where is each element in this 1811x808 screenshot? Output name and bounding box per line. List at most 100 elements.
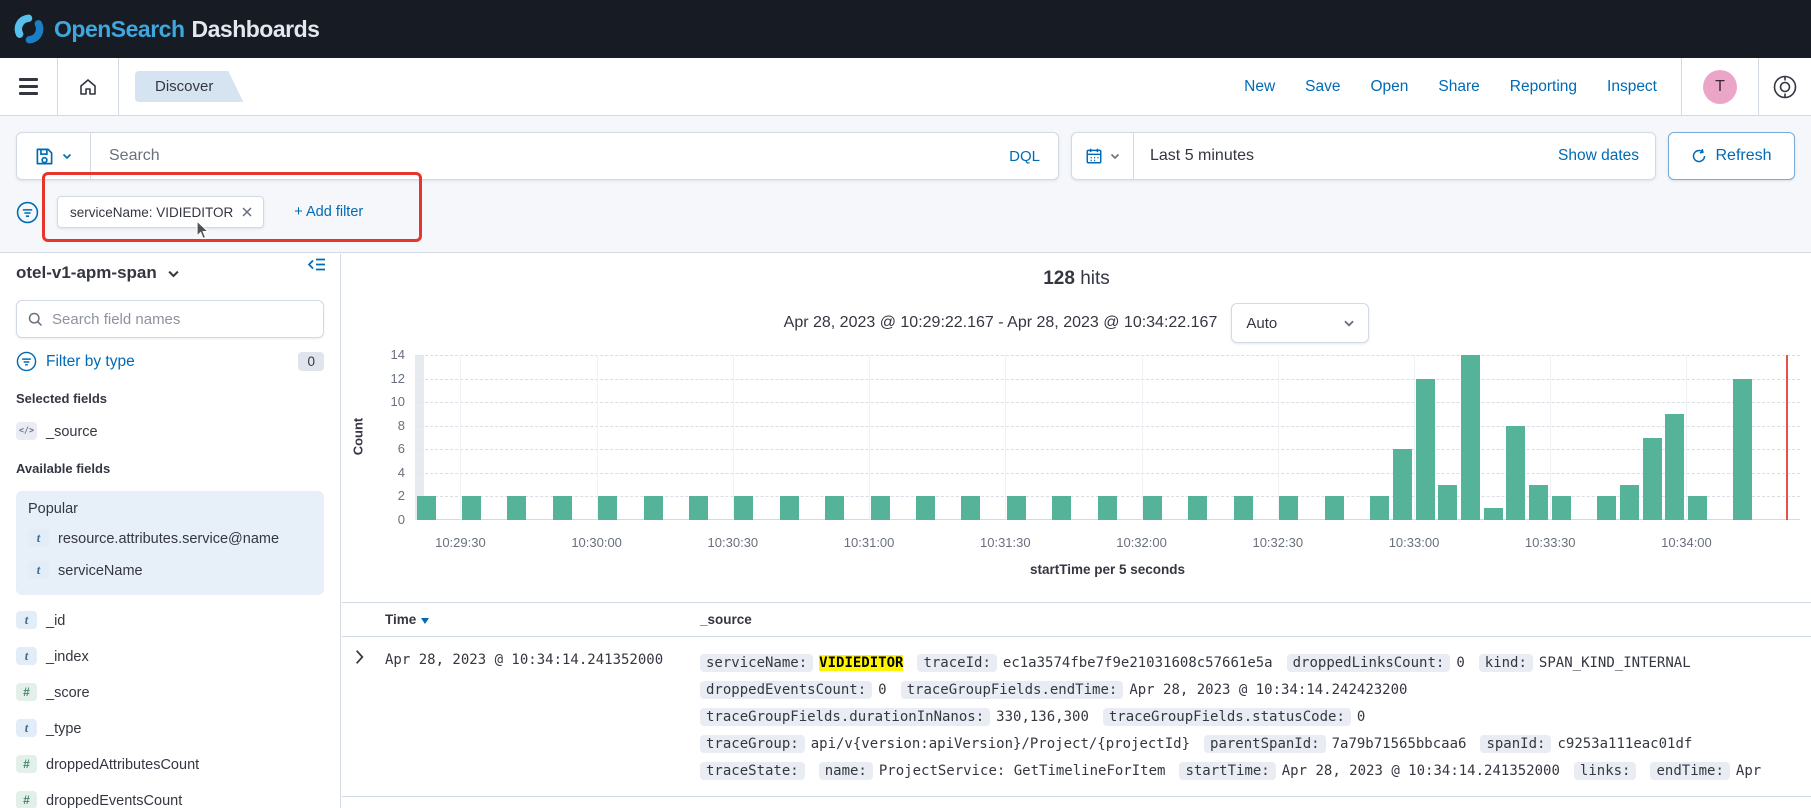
x-gridline bbox=[733, 355, 734, 520]
search-input[interactable] bbox=[91, 147, 991, 165]
close-icon[interactable] bbox=[241, 206, 253, 218]
field-name: droppedAttributesCount bbox=[46, 755, 199, 775]
field-item-_id[interactable]: t_id bbox=[16, 611, 324, 631]
source-field-pair: droppedEventsCount:0 bbox=[700, 681, 887, 699]
collapse-sidebar-icon[interactable] bbox=[307, 256, 326, 273]
histogram-bar[interactable] bbox=[1643, 438, 1662, 521]
histogram-bar[interactable] bbox=[871, 496, 890, 520]
histogram-bar[interactable] bbox=[1438, 485, 1457, 520]
field-item-_type[interactable]: t_type bbox=[16, 719, 324, 739]
histogram-bar[interactable] bbox=[1506, 426, 1525, 520]
interval-select[interactable]: Auto bbox=[1231, 303, 1369, 343]
source-field-name: traceGroupFields.statusCode: bbox=[1103, 708, 1351, 726]
histogram-bar[interactable] bbox=[1552, 496, 1571, 520]
histogram-bar[interactable] bbox=[1620, 485, 1639, 520]
source-field-value: 0 bbox=[1357, 709, 1365, 725]
nav-link-open[interactable]: Open bbox=[1371, 78, 1409, 96]
histogram-bar[interactable] bbox=[1007, 496, 1026, 520]
x-tick-label: 10:30:00 bbox=[557, 535, 637, 550]
histogram-bar[interactable] bbox=[1234, 496, 1253, 520]
histogram-bar[interactable] bbox=[462, 496, 481, 520]
x-gridline bbox=[1142, 355, 1143, 520]
field-search-input[interactable] bbox=[52, 311, 312, 328]
histogram-bar[interactable] bbox=[598, 496, 617, 520]
settings-button[interactable] bbox=[1759, 74, 1811, 100]
histogram-bar[interactable] bbox=[1098, 496, 1117, 520]
date-picker-group: Last 5 minutes Show dates bbox=[1071, 132, 1656, 180]
add-filter-button[interactable]: + Add filter bbox=[294, 204, 363, 220]
field-name: resource.​attributes.​service@name bbox=[58, 529, 279, 549]
field-item-droppedEventsCount[interactable]: #droppedEventsCount bbox=[16, 791, 324, 808]
histogram-bar[interactable] bbox=[1529, 485, 1548, 520]
source-field-value: Apr 28, 2023 @ 10:34:14.242423200 bbox=[1129, 682, 1407, 698]
histogram-bar[interactable] bbox=[689, 496, 708, 520]
source-line: serviceName:VIDIEDITORtraceId:ec1a3574fb… bbox=[700, 649, 1811, 676]
nav-link-inspect[interactable]: Inspect bbox=[1607, 78, 1657, 96]
discover-page: OpenSearchDashboards Discover New Save Ope… bbox=[0, 0, 1811, 808]
field-item-_source[interactable]: </>_source bbox=[16, 422, 324, 442]
expand-document-icon[interactable] bbox=[354, 649, 365, 665]
field-item-droppedAttributesCount[interactable]: #droppedAttributesCount bbox=[16, 755, 324, 775]
histogram-bar[interactable] bbox=[1484, 508, 1503, 520]
field-item-serviceName[interactable]: tserviceName bbox=[28, 561, 312, 581]
show-dates-button[interactable]: Show dates bbox=[1558, 147, 1639, 165]
histogram-bar[interactable] bbox=[1461, 355, 1480, 520]
query-language-button[interactable]: DQL bbox=[991, 148, 1058, 165]
histogram-bar[interactable] bbox=[1688, 496, 1707, 520]
source-field-pair: endTime:Apr bbox=[1650, 762, 1761, 780]
sort-descending-icon bbox=[421, 618, 429, 624]
histogram-bar[interactable] bbox=[825, 496, 844, 520]
histogram-bar[interactable] bbox=[1325, 496, 1344, 520]
saved-query-menu-button[interactable] bbox=[17, 133, 91, 179]
histogram-bar[interactable] bbox=[1143, 496, 1162, 520]
time-column-header[interactable]: Time bbox=[385, 612, 700, 627]
histogram-bar[interactable] bbox=[734, 496, 753, 520]
date-quick-menu-button[interactable] bbox=[1072, 133, 1134, 179]
breadcrumb-discover[interactable]: Discover bbox=[135, 71, 243, 102]
histogram-bar[interactable] bbox=[417, 496, 436, 520]
x-tick-label: 10:29:30 bbox=[420, 535, 500, 550]
histogram-bar[interactable] bbox=[1416, 379, 1435, 520]
histogram-bar[interactable] bbox=[1279, 496, 1298, 520]
source-field-name: droppedEventsCount: bbox=[700, 681, 872, 699]
histogram-bar[interactable] bbox=[1393, 449, 1412, 520]
highlighted-value: VIDIEDITOR bbox=[819, 655, 903, 671]
field-item-resource.attributes.service@name[interactable]: tresource.​attributes.​service@name bbox=[28, 529, 312, 549]
menu-button[interactable] bbox=[0, 58, 57, 116]
histogram-bar[interactable] bbox=[553, 496, 572, 520]
refresh-button[interactable]: Refresh bbox=[1668, 132, 1795, 180]
histogram-bar[interactable] bbox=[780, 496, 799, 520]
filter-menu-icon[interactable] bbox=[16, 201, 39, 224]
histogram-bar[interactable] bbox=[507, 496, 526, 520]
y-tick-label: 8 bbox=[365, 418, 405, 433]
histogram-bar[interactable] bbox=[1188, 496, 1207, 520]
home-button[interactable] bbox=[58, 58, 118, 116]
available-fields-list: t_idt_index#_scoret_type#droppedAttribut… bbox=[16, 611, 324, 808]
histogram-bar[interactable] bbox=[916, 496, 935, 520]
x-tick-label: 10:30:30 bbox=[693, 535, 773, 550]
histogram-bar[interactable] bbox=[1733, 379, 1752, 520]
filter-pill-servicename[interactable]: serviceName: VIDIEDITOR bbox=[57, 196, 264, 228]
histogram-bar[interactable] bbox=[1665, 414, 1684, 520]
source-field-pair: traceGroupFields.endTime:Apr 28, 2023 @ … bbox=[901, 681, 1408, 699]
avatar[interactable]: T bbox=[1703, 70, 1737, 104]
time-range-value[interactable]: Last 5 minutes bbox=[1150, 147, 1254, 165]
histogram-bar[interactable] bbox=[961, 496, 980, 520]
field-type-number-icon: # bbox=[16, 791, 37, 808]
toolbar-divider bbox=[1681, 58, 1682, 116]
histogram-bar[interactable] bbox=[644, 496, 663, 520]
histogram-bar[interactable] bbox=[1597, 496, 1616, 520]
x-gridline bbox=[1686, 355, 1687, 520]
app-title: OpenSearchDashboards bbox=[54, 16, 319, 43]
field-item-_index[interactable]: t_index bbox=[16, 647, 324, 667]
field-item-_score[interactable]: #_score bbox=[16, 683, 324, 703]
opensearch-logo-icon bbox=[14, 14, 44, 44]
histogram-bar[interactable] bbox=[1052, 496, 1071, 520]
nav-link-reporting[interactable]: Reporting bbox=[1510, 78, 1577, 96]
nav-link-share[interactable]: Share bbox=[1438, 78, 1479, 96]
nav-link-save[interactable]: Save bbox=[1305, 78, 1340, 96]
filter-by-type-button[interactable]: Filter by type 0 bbox=[16, 351, 324, 372]
nav-link-new[interactable]: New bbox=[1244, 78, 1275, 96]
index-pattern-select[interactable]: otel-v1-apm-span bbox=[16, 260, 324, 286]
histogram-bar[interactable] bbox=[1370, 496, 1389, 520]
